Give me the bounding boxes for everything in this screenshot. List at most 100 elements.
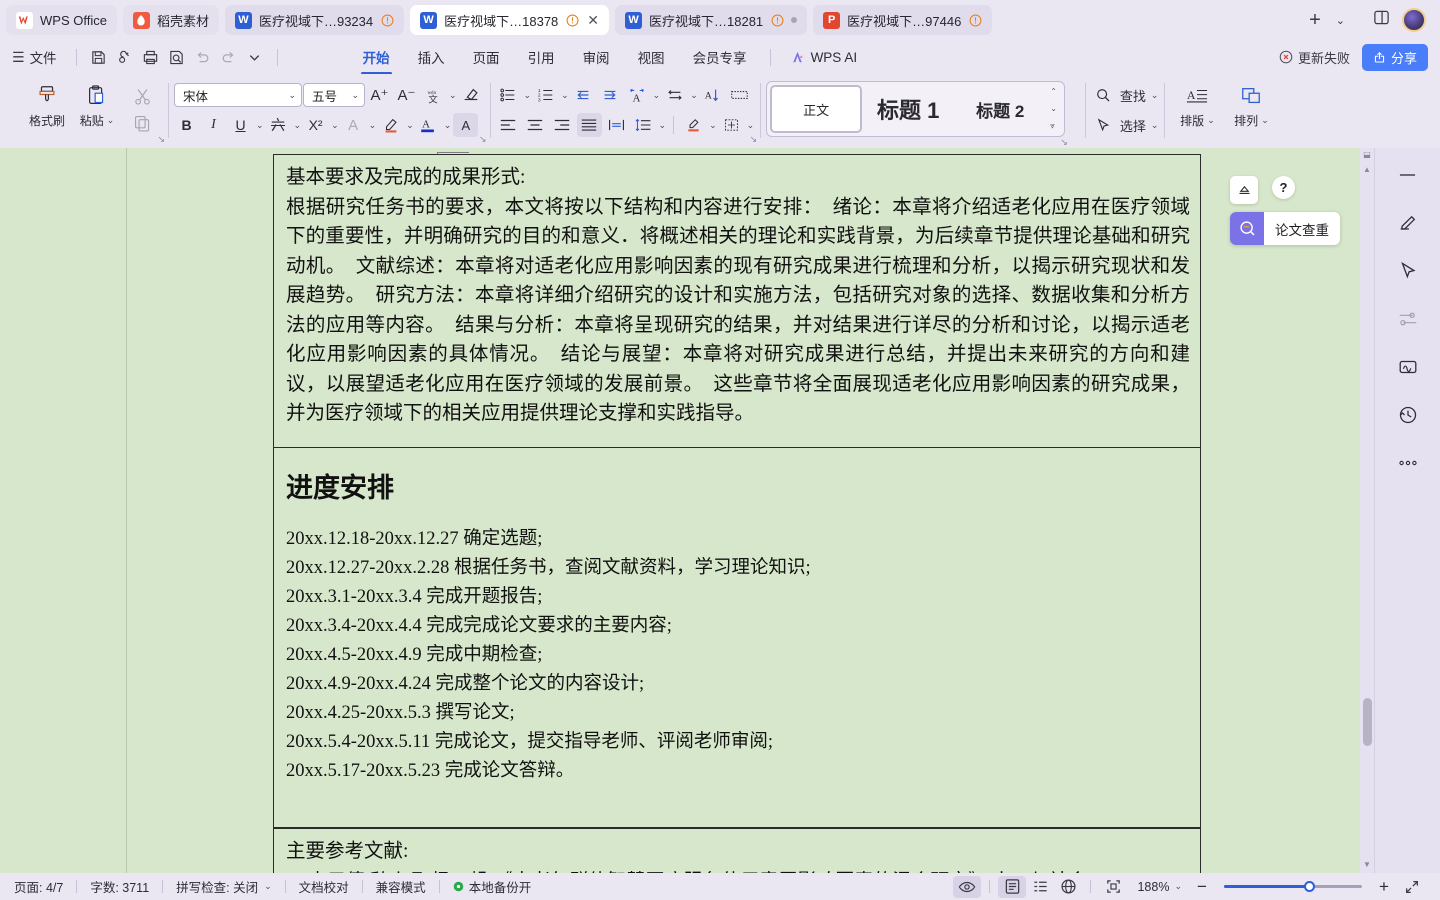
history-icon[interactable] xyxy=(1393,402,1423,428)
chevron-down-icon[interactable]: ⌄ xyxy=(449,90,457,101)
chevron-down-icon[interactable]: ⌄ xyxy=(264,881,272,892)
close-tab-icon[interactable]: ✕ xyxy=(587,13,599,27)
bold-button[interactable]: B xyxy=(174,113,199,137)
zoom-level[interactable]: 188% xyxy=(1137,880,1169,894)
redo-icon[interactable] xyxy=(216,46,242,68)
document-canvas[interactable]: 基本要求及完成的成果形式: 根据研究任务书的要求，本文将按以下结构和内容进行安排… xyxy=(0,148,1440,873)
sort-icon[interactable]: A xyxy=(700,83,725,107)
strikethrough-button[interactable]: 六 xyxy=(266,113,291,137)
chevron-down-icon[interactable]: ⌄ xyxy=(709,120,717,131)
document-page[interactable]: 基本要求及完成的成果形式: 根据研究任务书的要求，本文将按以下结构和内容进行安排… xyxy=(126,148,1250,873)
expand-fullscreen-icon[interactable] xyxy=(1398,876,1426,898)
scroll-up-arrow-icon[interactable]: ▲ xyxy=(1360,165,1374,174)
tab-wps-office[interactable]: WPS Office xyxy=(6,5,117,35)
minimize-rail-icon[interactable] xyxy=(1393,162,1423,188)
scrollbar-thumb[interactable] xyxy=(1363,698,1372,746)
restore-window-icon[interactable] xyxy=(1373,9,1390,31)
style-heading-2[interactable]: 标题 2 xyxy=(954,85,1046,133)
copy-icon[interactable] xyxy=(133,114,152,133)
customize-qat-icon[interactable] xyxy=(242,46,268,68)
increase-indent-icon[interactable] xyxy=(598,83,623,107)
clear-format-icon[interactable] xyxy=(459,83,484,107)
scroll-down-arrow-icon[interactable]: ▼ xyxy=(1360,860,1374,869)
scroll-down-icon[interactable]: ⌄ xyxy=(1050,104,1057,113)
distribute-icon[interactable] xyxy=(604,113,629,137)
align-center-icon[interactable] xyxy=(523,113,548,137)
chevron-down-icon[interactable]: ⌄ xyxy=(1151,90,1159,101)
zoom-out-button[interactable]: − xyxy=(1188,876,1216,898)
format-painter-button[interactable]: 格式刷 xyxy=(22,77,72,129)
eye-view-icon[interactable] xyxy=(953,876,981,898)
paragraph-dialog-launcher[interactable]: ↘ xyxy=(750,134,758,145)
styles-dialog-launcher[interactable]: ↘ xyxy=(1060,137,1068,148)
chevron-down-icon[interactable]: ⌄ xyxy=(1330,14,1351,27)
pen-highlight-icon[interactable] xyxy=(1393,210,1423,236)
ribbon-tab-member[interactable]: 会员专享 xyxy=(679,43,761,72)
ribbon-tab-review[interactable]: 审阅 xyxy=(569,43,624,72)
print-preview-icon[interactable] xyxy=(164,46,190,68)
ribbon-tab-start[interactable]: 开始 xyxy=(349,43,404,72)
highlight-color-icon[interactable] xyxy=(378,113,403,137)
paste-button[interactable]: 粘贴⌄ xyxy=(72,77,122,129)
spellcheck-status[interactable]: 拼写检查: 关闭 ⌄ xyxy=(176,877,272,896)
shrink-font-button[interactable]: A⁻ xyxy=(394,83,419,107)
line-spacing-icon[interactable] xyxy=(631,113,656,137)
cursor-select-icon[interactable] xyxy=(1393,258,1423,284)
new-tab-button[interactable]: + xyxy=(1302,10,1328,30)
tab-document-93234[interactable]: W 医疗视域下…93234 xyxy=(225,5,404,35)
word-count[interactable]: 字数: 3711 xyxy=(90,877,149,896)
chevron-down-icon[interactable]: ⌄ xyxy=(406,120,414,131)
table-basic-requirements[interactable]: 基本要求及完成的成果形式: 根据研究任务书的要求，本文将按以下结构和内容进行安排… xyxy=(273,154,1201,447)
update-status[interactable]: 更新失败 xyxy=(1279,48,1350,67)
decrease-indent-icon[interactable] xyxy=(571,83,596,107)
font-name-select[interactable]: 宋体 ⌄ xyxy=(174,83,302,107)
tab-docer[interactable]: 稻壳素材 xyxy=(123,5,219,35)
more-options-icon[interactable] xyxy=(1393,450,1423,476)
bullet-list-icon[interactable] xyxy=(496,83,521,107)
compatibility-mode[interactable]: 兼容模式 xyxy=(376,877,426,896)
chevron-down-icon[interactable]: ⌄ xyxy=(294,120,302,131)
pinyin-icon[interactable]: A xyxy=(625,83,650,107)
fullscreen-reading-icon[interactable] xyxy=(1099,876,1127,898)
find-label[interactable]: 查找 xyxy=(1118,83,1148,107)
wps-ai-button[interactable]: WPS AI xyxy=(790,50,858,65)
chevron-down-icon[interactable]: ⌄ xyxy=(747,120,755,131)
vertical-scrollbar[interactable]: ⬓ ▲ ▼ xyxy=(1360,148,1374,873)
local-backup-status[interactable]: 本地备份开 xyxy=(453,877,532,896)
tab-document-97446[interactable]: P 医疗视域下…97446 xyxy=(813,5,992,35)
web-layout-icon[interactable] xyxy=(1054,876,1082,898)
file-menu[interactable]: ☰ 文件 xyxy=(12,47,57,67)
chevron-down-icon[interactable]: ⌄ xyxy=(369,120,377,131)
borders-icon[interactable] xyxy=(719,113,744,137)
tab-document-18281[interactable]: W 医疗视域下…18281 xyxy=(615,5,807,35)
hamburger-menu-icon[interactable]: ☰ xyxy=(12,49,24,66)
tab-document-18378[interactable]: W 医疗视域下…18378 ✕ xyxy=(410,5,609,35)
text-direction-icon[interactable] xyxy=(662,83,687,107)
show-marks-icon[interactable] xyxy=(727,83,752,107)
zoom-slider[interactable] xyxy=(1224,880,1362,894)
chevron-down-icon[interactable]: ⌄ xyxy=(659,120,667,131)
collapse-panel-icon[interactable] xyxy=(1230,176,1258,204)
style-gallery-scroll[interactable]: ⌃ ⌄ ⩔ xyxy=(1046,85,1061,133)
scroll-up-icon[interactable]: ⌃ xyxy=(1050,87,1057,96)
pinyin-guide-icon[interactable]: wén文 xyxy=(421,83,446,107)
save-icon[interactable] xyxy=(86,46,112,68)
handwriting-icon[interactable] xyxy=(1393,354,1423,380)
cut-icon[interactable] xyxy=(132,82,153,110)
print-icon[interactable] xyxy=(138,46,164,68)
shading-icon[interactable] xyxy=(681,113,706,137)
cloud-sync-icon[interactable] xyxy=(112,46,138,68)
grow-font-button[interactable]: A⁺ xyxy=(367,83,392,107)
superscript-button[interactable]: X² xyxy=(303,113,328,137)
chevron-down-icon[interactable]: ⌄ xyxy=(1151,120,1159,131)
plagiarism-check-button[interactable]: 论文查重 xyxy=(1230,212,1340,245)
text-effect-icon[interactable]: A xyxy=(341,113,366,137)
ribbon-tab-references[interactable]: 引用 xyxy=(514,43,569,72)
settings-sliders-icon[interactable] xyxy=(1393,306,1423,332)
search-icon[interactable] xyxy=(1091,83,1116,107)
clipboard-dialog-launcher[interactable]: ↘ xyxy=(157,134,165,145)
chevron-down-icon[interactable]: ⌄ xyxy=(524,90,532,101)
zoom-slider-knob[interactable] xyxy=(1304,881,1315,892)
outline-view-icon[interactable] xyxy=(1026,876,1054,898)
share-button[interactable]: 分享 xyxy=(1362,44,1428,71)
